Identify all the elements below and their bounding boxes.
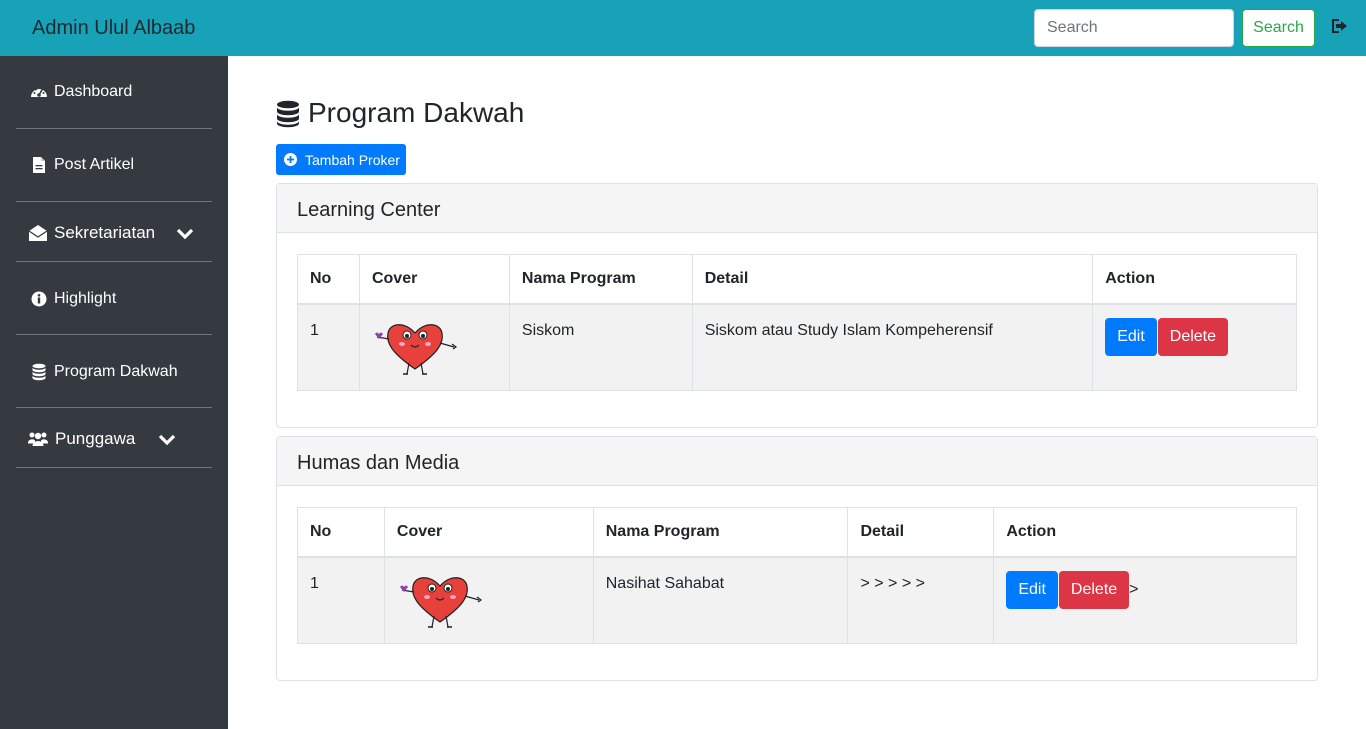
sidebar-item-label: Program Dakwah [54, 363, 178, 380]
delete-button[interactable]: Delete [1157, 317, 1229, 356]
sidebar-item-post-artikel[interactable]: Post Artikel [16, 155, 212, 177]
tambah-proker-button[interactable]: Tambah Proker [276, 144, 406, 175]
divider [16, 334, 212, 335]
sidebar-item-sekretariatan[interactable]: Sekretariatan [16, 221, 212, 245]
sidebar-item-program-dakwah[interactable]: Program Dakwah [16, 361, 212, 383]
users-icon [28, 432, 48, 446]
delete-button[interactable]: Delete [1058, 570, 1130, 609]
card-header: Learning Center [277, 184, 1317, 233]
trailing-text: > [1129, 580, 1139, 598]
sidebar-item-dashboard[interactable]: Dashboard [16, 82, 212, 104]
envelope-open-icon [28, 225, 48, 241]
cell-nama-program: Siskom [508, 303, 693, 391]
sidebar: Dashboard Post Artikel Sekretariatan Hig… [0, 56, 228, 729]
sidebar-item-highlight[interactable]: Highlight [16, 288, 212, 310]
database-icon [32, 363, 46, 381]
sign-out-icon[interactable] [1330, 16, 1350, 36]
edit-button[interactable]: Edit [1006, 570, 1058, 609]
column-header-no: No [297, 254, 360, 305]
table-row: 1 Siskom Siskom atau Study Islam Kompehe… [297, 303, 1297, 391]
sidebar-item-punggawa[interactable]: Punggawa [16, 427, 212, 451]
edit-button[interactable]: Edit [1105, 317, 1157, 356]
chevron-down-icon[interactable] [176, 225, 194, 243]
card-title: Learning Center [297, 199, 441, 221]
column-header-action: Action [1092, 254, 1297, 305]
table-header-row: No Cover Nama Program Detail Action [297, 507, 1297, 558]
file-icon [33, 157, 45, 173]
sidebar-item-label: Sekretariatan [54, 223, 156, 242]
heart-mascot-image [399, 576, 482, 628]
divider [16, 467, 212, 468]
search-input[interactable] [1034, 9, 1234, 47]
tachometer-icon [31, 87, 47, 97]
cell-nama-program: Nasihat Sahabat [592, 556, 849, 644]
search-button[interactable]: Search [1242, 9, 1315, 47]
table-row: 1 Nasihat Sahabat > > > > > Edit Delete … [297, 556, 1297, 644]
divider [16, 407, 212, 408]
sidebar-item-label: Dashboard [54, 83, 133, 100]
divider [16, 201, 212, 202]
table-header-row: No Cover Nama Program Detail Action [297, 254, 1297, 305]
sidebar-item-label: Punggawa [55, 429, 136, 448]
column-header-nama-program: Nama Program [508, 254, 693, 305]
column-header-cover: Cover [358, 254, 510, 305]
sidebar-item-label: Highlight [54, 290, 117, 307]
program-table: No Cover Nama Program Detail Action 1 [297, 507, 1297, 644]
card-title: Humas dan Media [297, 452, 460, 474]
sidebar-item-label: Post Artikel [54, 156, 135, 173]
cell-no: 1 [297, 556, 385, 644]
column-header-detail: Detail [691, 254, 1094, 305]
cell-cover [383, 556, 594, 644]
program-card-humas-dan-media: Humas dan Media No Cover Nama Program De… [276, 436, 1318, 681]
cell-no: 1 [297, 303, 360, 391]
card-header: Humas dan Media [277, 437, 1317, 486]
column-header-detail: Detail [847, 507, 995, 558]
program-table: No Cover Nama Program Detail Action 1 [297, 254, 1297, 391]
column-header-nama-program: Nama Program [592, 507, 849, 558]
heart-mascot-image [374, 323, 458, 375]
program-card-learning-center: Learning Center No Cover Nama Program De… [276, 183, 1318, 428]
cell-action: Edit Delete > [993, 556, 1297, 644]
database-icon [277, 100, 299, 128]
cell-detail: > > > > > [847, 556, 995, 644]
cell-action: Edit Delete [1092, 303, 1297, 391]
top-navbar: Admin Ulul Albaab Search [0, 0, 1366, 56]
plus-circle-icon [284, 153, 297, 166]
column-header-action: Action [993, 507, 1297, 558]
divider [16, 128, 212, 129]
cell-cover [358, 303, 510, 391]
brand-title[interactable]: Admin Ulul Albaab [32, 17, 195, 40]
tambah-proker-label: Tambah Proker [305, 152, 400, 168]
info-circle-icon [31, 291, 47, 307]
column-header-cover: Cover [383, 507, 594, 558]
divider [16, 261, 212, 262]
column-header-no: No [297, 507, 385, 558]
page-title: Program Dakwah [308, 97, 525, 128]
chevron-down-icon[interactable] [158, 431, 176, 449]
cell-detail: Siskom atau Study Islam Kompeherensif [691, 303, 1094, 391]
